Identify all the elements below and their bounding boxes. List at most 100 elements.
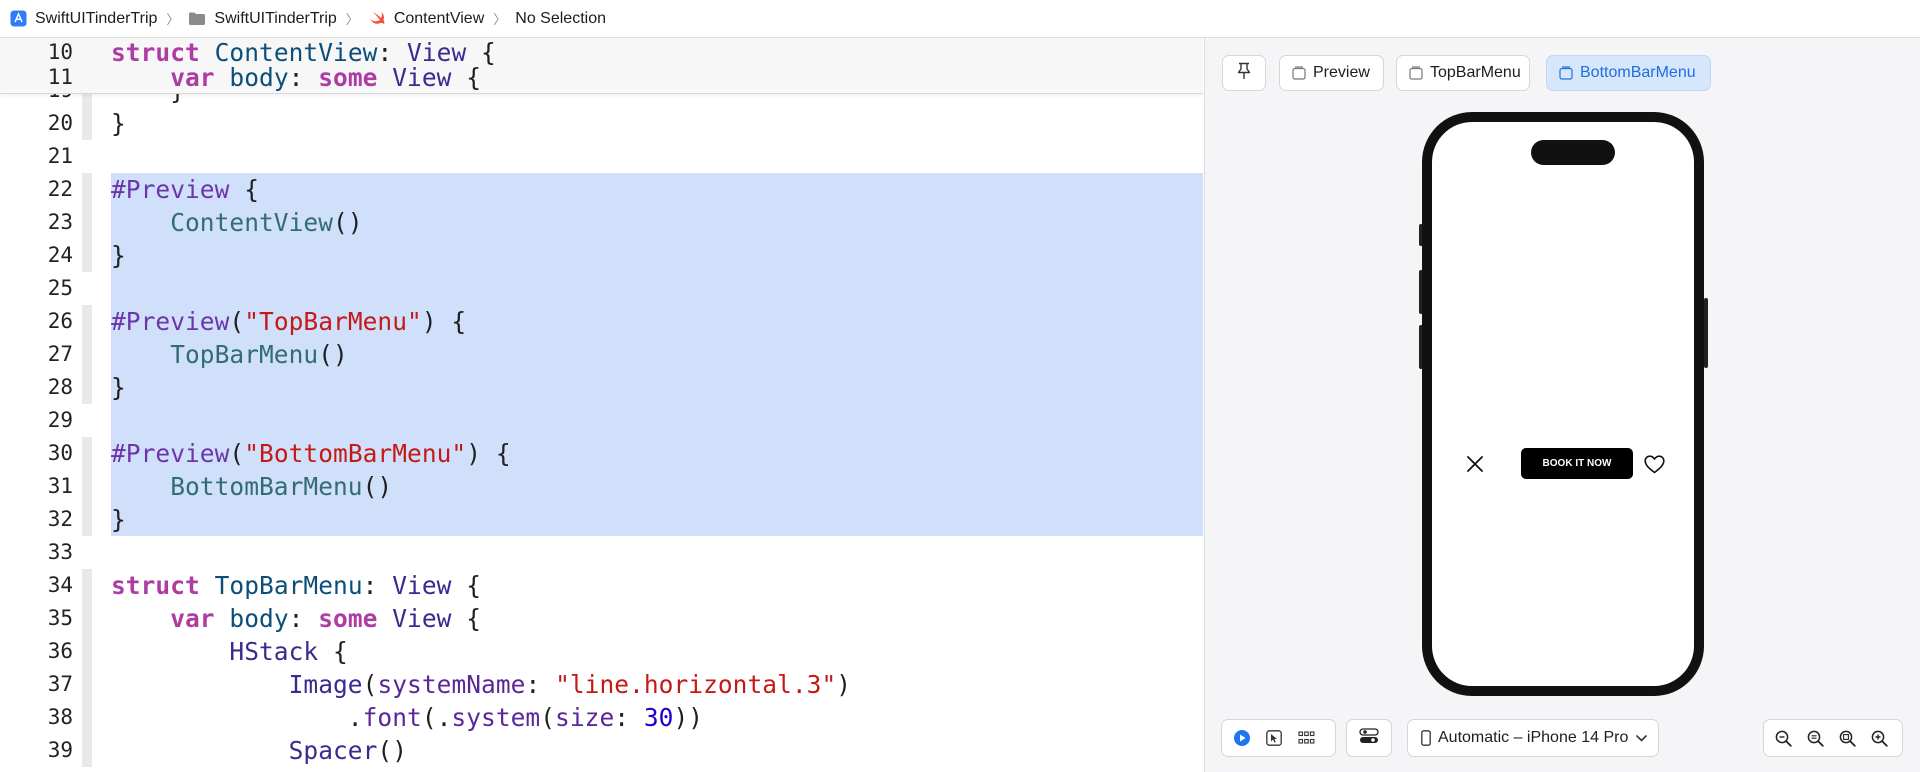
- canvas-mode-group: [1221, 719, 1336, 757]
- device-picker-label: Automatic – iPhone 14 Pro: [1438, 729, 1629, 746]
- code-line[interactable]: 25: [0, 272, 1203, 305]
- code-folding-ribbon[interactable]: [82, 206, 92, 239]
- code-line[interactable]: 39 Spacer(): [0, 734, 1203, 767]
- code-folding-ribbon[interactable]: [82, 437, 92, 470]
- code-folding-ribbon[interactable]: [82, 569, 92, 602]
- code-folding-ribbon[interactable]: [82, 602, 92, 635]
- code-text: }: [111, 505, 126, 534]
- tab-preview[interactable]: Preview: [1279, 55, 1384, 91]
- dynamic-island: [1531, 140, 1615, 165]
- code-text: BottomBarMenu(): [170, 472, 393, 501]
- code-line[interactable]: 27 TopBarMenu(): [0, 338, 1203, 371]
- code-line[interactable]: 33: [0, 536, 1203, 569]
- code-line[interactable]: 22 #Preview {: [0, 173, 1203, 206]
- line-number: 23: [47, 210, 73, 234]
- line-number: 31: [47, 474, 73, 498]
- selectable-mode-button[interactable]: [1258, 722, 1290, 754]
- zoom-to-fit-button[interactable]: [1831, 722, 1863, 754]
- selection-highlight: [111, 404, 1203, 437]
- line-number: 21: [47, 144, 73, 168]
- breadcrumb-selection-label: No Selection: [515, 9, 606, 27]
- code-text: struct TopBarMenu: View {: [111, 571, 482, 600]
- code-folding-ribbon[interactable]: [82, 338, 92, 371]
- chevron-right-icon: 〉: [493, 12, 507, 27]
- selection-highlight: [111, 173, 1203, 206]
- line-number: 34: [47, 573, 73, 597]
- code-folding-ribbon[interactable]: [82, 734, 92, 767]
- tab-preview-label: Preview: [1313, 64, 1370, 81]
- phone-power-button: [1704, 298, 1708, 368]
- zoom-actual-size-button[interactable]: [1799, 722, 1831, 754]
- code-line[interactable]: 30 #Preview("BottomBarMenu") {: [0, 437, 1203, 470]
- iphone-icon: [1421, 730, 1431, 746]
- line-number: 11: [47, 65, 73, 89]
- heart-icon[interactable]: [1644, 455, 1665, 479]
- breadcrumb-project-label: SwiftUITinderTrip: [35, 9, 158, 27]
- tab-topbarmenu[interactable]: TopBarMenu: [1396, 55, 1530, 91]
- line-number: 33: [47, 540, 73, 564]
- code-text: Spacer(): [288, 736, 408, 765]
- code-line[interactable]: 34 struct TopBarMenu: View {: [0, 569, 1203, 602]
- breadcrumb-selection[interactable]: No Selection: [515, 10, 606, 28]
- code-line[interactable]: 36 HStack {: [0, 635, 1203, 668]
- variants-grid-button[interactable]: [1290, 722, 1322, 754]
- swift-icon: [368, 10, 386, 28]
- code-line[interactable]: 35 var body: some View {: [0, 602, 1203, 635]
- selection-highlight: [111, 503, 1203, 536]
- code-folding-ribbon[interactable]: [82, 107, 92, 140]
- code-text: var body: some View {: [170, 63, 482, 92]
- code-folding-ribbon[interactable]: [82, 635, 92, 668]
- code-text: #Preview {: [111, 175, 260, 204]
- breadcrumb-file-label: ContentView: [393, 9, 485, 27]
- line-number: 32: [47, 507, 73, 531]
- code-line[interactable]: 28}: [0, 371, 1203, 404]
- book-it-now-button[interactable]: BOOK IT NOW: [1521, 448, 1633, 479]
- code-line[interactable]: 37 Image(systemName: "line.horizontal.3"…: [0, 668, 1203, 701]
- preview-tab-icon: [1409, 66, 1423, 80]
- chevron-down-icon: [1636, 734, 1648, 742]
- breadcrumb-folder[interactable]: SwiftUITinderTrip: [188, 10, 337, 28]
- line-number: 27: [47, 342, 73, 366]
- preview-tab-icon: [1559, 66, 1573, 80]
- line-number: 26: [47, 309, 73, 333]
- code-folding-ribbon[interactable]: [82, 668, 92, 701]
- line-number: 35: [47, 606, 73, 630]
- code-editor[interactable]: 19 }20}2122#Preview {23 ContentView()24}…: [0, 38, 1203, 772]
- tab-bottombarmenu[interactable]: BottomBarMenu: [1546, 55, 1711, 91]
- code-line[interactable]: 38 .font(.system(size: 30)): [0, 701, 1203, 734]
- code-line[interactable]: 23 ContentView(): [0, 206, 1203, 239]
- zoom-in-button[interactable]: [1863, 722, 1895, 754]
- code-folding-ribbon[interactable]: [82, 239, 92, 272]
- device-settings-button[interactable]: [1346, 719, 1392, 757]
- live-preview-button[interactable]: [1226, 722, 1258, 754]
- code-folding-ribbon[interactable]: [82, 371, 92, 404]
- code-line[interactable]: 26 #Preview("TopBarMenu") {: [0, 305, 1203, 338]
- selection-highlight: [111, 371, 1203, 404]
- line-number: 24: [47, 243, 73, 267]
- line-number: 20: [47, 111, 73, 135]
- close-icon[interactable]: [1466, 455, 1484, 478]
- code-folding-ribbon[interactable]: [82, 470, 92, 503]
- code-text: #Preview("TopBarMenu") {: [111, 307, 467, 336]
- code-text: ContentView(): [170, 208, 363, 237]
- code-folding-ribbon[interactable]: [82, 305, 92, 338]
- code-line[interactable]: 20}: [0, 107, 1203, 140]
- code-line[interactable]: 24}: [0, 239, 1203, 272]
- pin-button[interactable]: [1222, 55, 1266, 91]
- code-folding-ribbon[interactable]: [82, 701, 92, 734]
- code-line[interactable]: 21: [0, 140, 1203, 173]
- device-picker[interactable]: Automatic – iPhone 14 Pro: [1407, 719, 1659, 757]
- code-line[interactable]: 29: [0, 404, 1203, 437]
- code-line[interactable]: 32}: [0, 503, 1203, 536]
- code-folding-ribbon[interactable]: [82, 503, 92, 536]
- zoom-out-button[interactable]: [1767, 722, 1799, 754]
- chevron-right-icon: 〉: [166, 12, 180, 27]
- breadcrumb-file[interactable]: ContentView: [368, 10, 484, 28]
- line-number: 38: [47, 705, 73, 729]
- code-line[interactable]: 31 BottomBarMenu(): [0, 470, 1203, 503]
- phone-screen: BOOK IT NOW: [1432, 122, 1694, 686]
- code-folding-ribbon[interactable]: [82, 173, 92, 206]
- tab-bottombarmenu-label: BottomBarMenu: [1580, 64, 1696, 81]
- code-line[interactable]: 11 var body: some View {: [0, 61, 1203, 93]
- breadcrumb-project[interactable]: SwiftUITinderTrip: [9, 10, 157, 28]
